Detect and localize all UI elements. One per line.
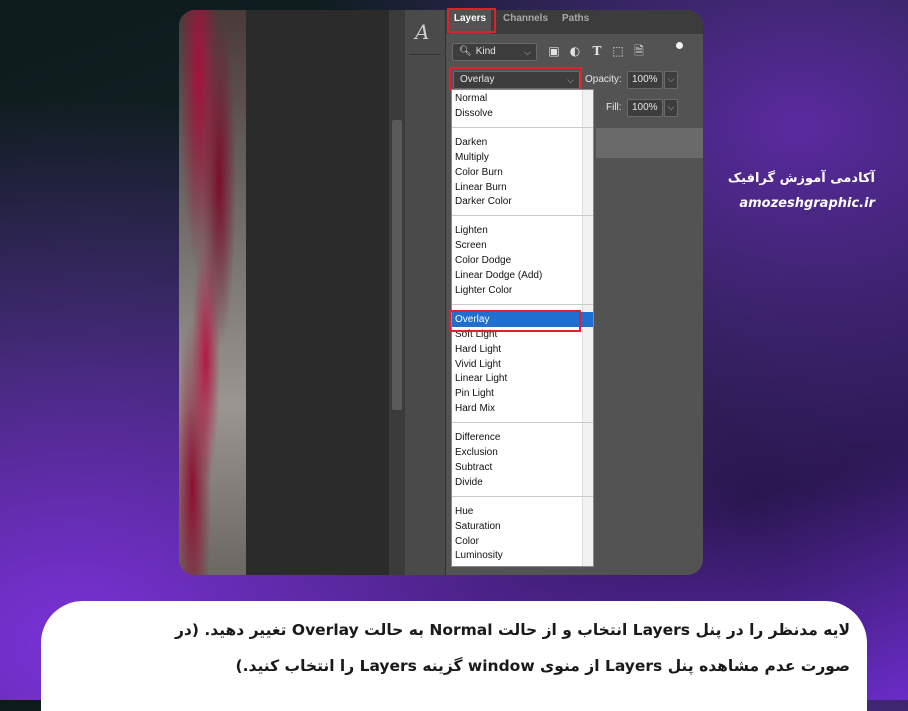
blend-mode-option-normal[interactable]: Normal: [452, 91, 593, 106]
blend-mode-option-linear-dodge-add[interactable]: Linear Dodge (Add): [452, 268, 593, 283]
panel-icon-strip: A: [405, 10, 446, 575]
caption-text: لایه مدنظر را در پنل Layers انتخاب و از …: [60, 612, 850, 684]
blend-mode-option-subtract[interactable]: Subtract: [452, 460, 593, 475]
blend-mode-option-lighter-color[interactable]: Lighter Color: [452, 283, 593, 298]
blend-mode-option-divide[interactable]: Divide: [452, 475, 593, 490]
caption-line-2: صورت عدم مشاهده پنل Layers از منوی windo…: [235, 657, 850, 675]
blend-mode-option-color-burn[interactable]: Color Burn: [452, 165, 593, 180]
shape-filter-icon[interactable]: ⬚: [610, 44, 626, 58]
blend-mode-option-hard-light[interactable]: Hard Light: [452, 342, 593, 357]
blend-mode-option-saturation[interactable]: Saturation: [452, 519, 593, 534]
blend-mode-option-exclusion[interactable]: Exclusion: [452, 445, 593, 460]
caption-line-1: لایه مدنظر را در پنل Layers انتخاب و از …: [175, 621, 850, 639]
dropdown-divider: [452, 495, 593, 497]
canvas-area: [246, 10, 389, 575]
opacity-input[interactable]: 100%: [627, 71, 663, 89]
blend-mode-select[interactable]: Overlay ⌵: [453, 71, 580, 89]
dropdown-divider: [452, 422, 593, 424]
blend-mode-option-linear-burn[interactable]: Linear Burn: [452, 180, 593, 195]
blend-mode-option-soft-light[interactable]: Soft Light: [452, 327, 593, 342]
blend-mode-option-luminosity[interactable]: Luminosity: [452, 548, 593, 563]
divider: [409, 54, 441, 55]
blend-mode-option-screen[interactable]: Screen: [452, 238, 593, 253]
brand-url: amozeshgraphic.ir: [739, 196, 875, 211]
brand-name: آکادمی آموزش گرافیک: [727, 171, 875, 186]
blend-mode-option-linear-light[interactable]: Linear Light: [452, 371, 593, 386]
opacity-stepper[interactable]: ⌵: [664, 71, 678, 89]
canvas-scrollbar-thumb[interactable]: [392, 120, 402, 410]
tab-paths[interactable]: Paths: [562, 10, 589, 34]
blend-mode-dropdown[interactable]: Normal Dissolve Darken Multiply Color Burn Li…: [451, 89, 594, 567]
blend-mode-option-darker-color[interactable]: Darker Color: [452, 194, 593, 209]
blend-mode-option-overlay[interactable]: Overlay: [452, 311, 593, 327]
blend-mode-option-lighten[interactable]: Lighten: [452, 223, 593, 238]
panel-tab-bar: Layers Channels Paths: [446, 10, 703, 34]
tab-layers[interactable]: Layers: [449, 10, 491, 34]
blend-mode-option-multiply[interactable]: Multiply: [452, 150, 593, 165]
filter-kind-label: Kind: [475, 46, 496, 57]
blend-mode-option-color[interactable]: Color: [452, 534, 593, 549]
opacity-label: Opacity:: [585, 74, 622, 85]
type-filter-icon[interactable]: T: [589, 44, 605, 58]
layer-row[interactable]: [596, 128, 703, 158]
character-panel-icon[interactable]: A: [415, 20, 429, 44]
adjustment-filter-icon[interactable]: ◐: [567, 44, 583, 58]
blend-mode-option-hard-mix[interactable]: Hard Mix: [452, 401, 593, 416]
fill-label: Fill:: [606, 102, 622, 113]
search-icon: 🔍︎: [459, 46, 472, 57]
blend-mode-option-difference[interactable]: Difference: [452, 430, 593, 445]
filter-toggle-dot[interactable]: [676, 42, 683, 49]
blend-mode-option-vivid-light[interactable]: Vivid Light: [452, 357, 593, 372]
fill-input[interactable]: 100%: [627, 99, 663, 117]
smart-object-filter-icon[interactable]: 🗎︎: [631, 44, 647, 58]
blend-mode-value: Overlay: [460, 74, 495, 85]
tab-channels[interactable]: Channels: [503, 10, 548, 34]
fill-stepper[interactable]: ⌵: [664, 99, 678, 117]
image-filter-icon[interactable]: ▣: [546, 44, 562, 58]
chevron-down-icon: ⌵: [567, 75, 574, 85]
blend-mode-option-darken[interactable]: Darken: [452, 135, 593, 150]
filter-kind-select[interactable]: 🔍︎ Kind ⌵: [452, 43, 537, 61]
dropdown-divider: [452, 126, 593, 128]
blend-mode-option-hue[interactable]: Hue: [452, 504, 593, 519]
photoshop-screenshot: A Layers Channels Paths 🔍︎ Kind ⌵ ▣ ◐ T ⬚…: [179, 10, 703, 575]
chevron-down-icon: ⌵: [524, 47, 531, 57]
blend-mode-option-pin-light[interactable]: Pin Light: [452, 386, 593, 401]
blend-mode-option-dissolve[interactable]: Dissolve: [452, 106, 593, 121]
dropdown-divider: [452, 215, 593, 217]
document-photo-red-leaves: [179, 10, 246, 575]
blend-mode-option-color-dodge[interactable]: Color Dodge: [452, 253, 593, 268]
dropdown-divider: [452, 303, 593, 305]
